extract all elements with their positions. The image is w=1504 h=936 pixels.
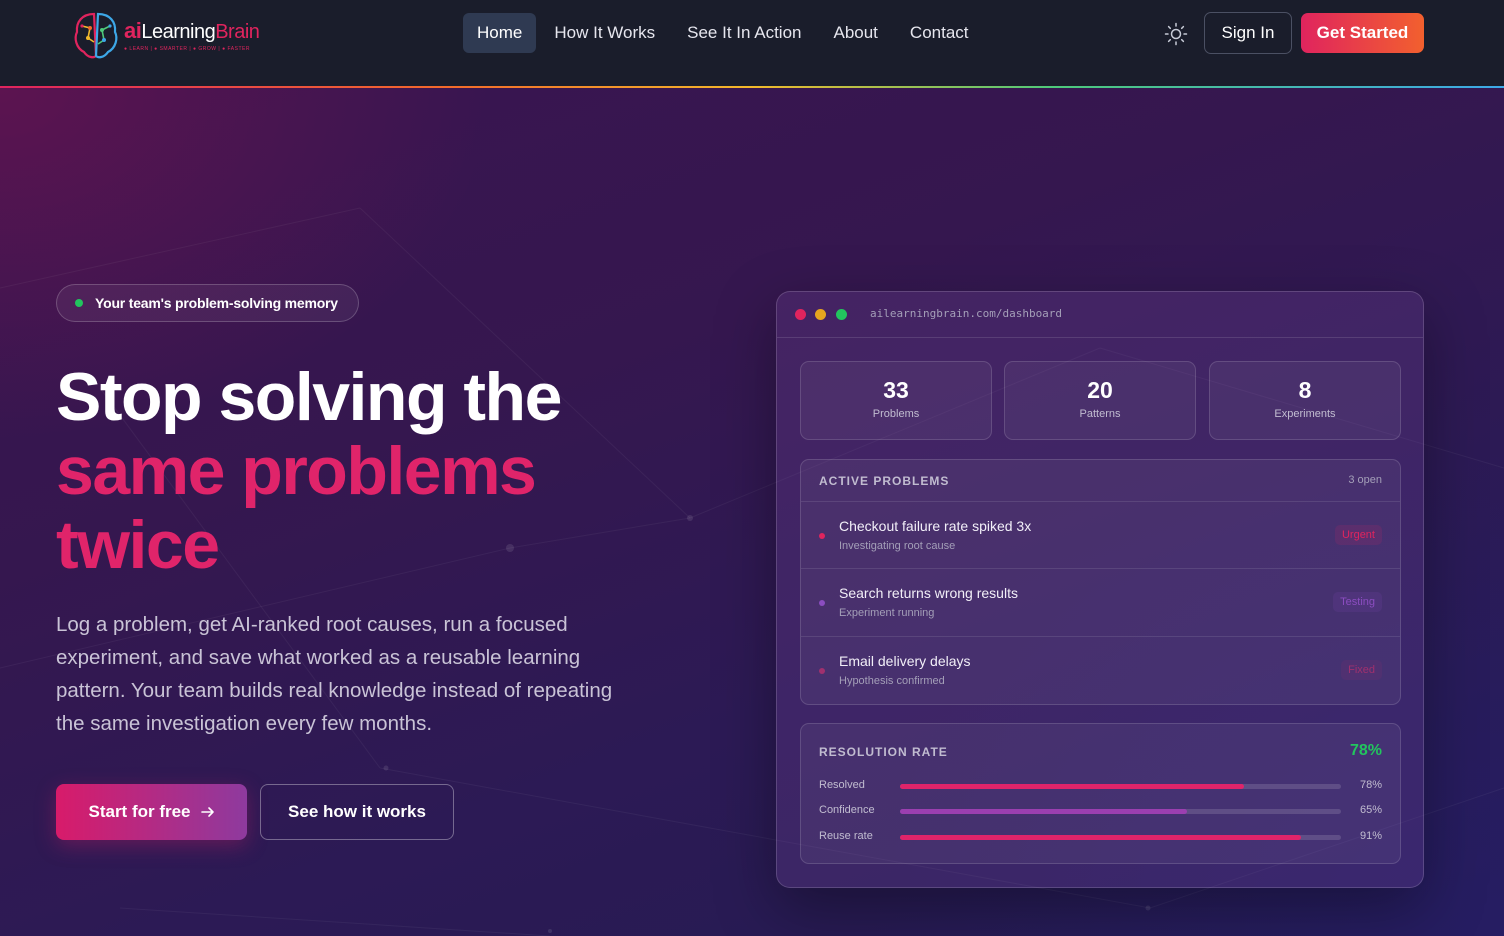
stat-value: 8 xyxy=(1298,377,1312,403)
problem-row[interactable]: Checkout failure rate spiked 3x Investig… xyxy=(801,501,1400,568)
brand-tagline: ● LEARN | ● SMARTER | ● GROW | ● FASTER xyxy=(124,45,250,52)
brand-logo[interactable]: aiLearningBrain ● LEARN | ● SMARTER | ● … xyxy=(72,8,272,62)
problem-status-dot-icon xyxy=(819,600,825,606)
window-minimize-dot-icon xyxy=(815,309,826,320)
problem-status-dot-icon xyxy=(819,533,825,539)
brand-ai: ai xyxy=(124,17,142,43)
bar-label: Confidence xyxy=(819,804,875,816)
problem-row[interactable]: Search returns wrong results Experiment … xyxy=(801,568,1400,635)
window-maximize-dot-icon xyxy=(836,309,847,320)
arrow-right-icon xyxy=(200,807,214,817)
stat-experiments: 8 Experiments xyxy=(1209,361,1401,440)
nav-about[interactable]: About xyxy=(819,13,891,53)
browser-url: ailearningbrain.com/dashboard xyxy=(870,307,1063,320)
nav-see-it-in-action[interactable]: See It In Action xyxy=(673,13,815,53)
hero-description: Log a problem, get AI-ranked root causes… xyxy=(56,613,613,735)
get-started-button[interactable]: Get Started xyxy=(1301,13,1424,53)
problem-subtitle: Investigating root cause xyxy=(839,540,956,552)
dashboard-preview: ailearningbrain.com/dashboard 33 Problem… xyxy=(776,291,1424,888)
status-badge: Urgent xyxy=(1334,525,1382,545)
status-badge: Fixed xyxy=(1341,660,1382,680)
problem-title: Email delivery delays xyxy=(839,653,971,669)
progress-bar xyxy=(900,809,1341,814)
problem-subtitle: Hypothesis confirmed xyxy=(839,675,945,687)
stat-label: Experiments xyxy=(1274,408,1336,420)
status-badge: Testing xyxy=(1333,592,1382,612)
resolution-rate-value: 78% xyxy=(1349,742,1382,759)
start-for-free-label: Start for free xyxy=(88,802,191,821)
stat-value: 20 xyxy=(1087,377,1113,403)
resolution-rate-panel: RESOLUTION RATE 78% Resolved 78% Confide… xyxy=(800,723,1401,864)
brand-brain: Brain xyxy=(215,20,260,43)
progress-fill xyxy=(900,784,1244,789)
stat-label: Patterns xyxy=(1079,408,1121,420)
brand-learning: Learning xyxy=(141,20,216,43)
window-close-dot-icon xyxy=(795,309,806,320)
bar-value: 65% xyxy=(1359,804,1382,816)
progress-bar xyxy=(900,835,1341,840)
headline-line-3: twice xyxy=(56,507,220,583)
bar-label: Reuse rate xyxy=(819,830,873,842)
problem-subtitle: Experiment running xyxy=(839,607,935,619)
active-problems-count: 3 open xyxy=(1348,474,1382,486)
headline-line-2: same problems xyxy=(56,433,537,509)
sign-in-button[interactable]: Sign In xyxy=(1204,12,1292,54)
stat-patterns: 20 Patterns xyxy=(1004,361,1196,440)
top-navbar: aiLearningBrain ● LEARN | ● SMARTER | ● … xyxy=(0,0,1504,86)
progress-fill xyxy=(900,835,1302,840)
progress-fill xyxy=(900,809,1187,814)
nav-home[interactable]: Home xyxy=(463,13,537,53)
stat-label: Problems xyxy=(872,408,920,420)
active-problems-title: ACTIVE PROBLEMS xyxy=(819,474,950,488)
nav-links: Home How It Works See It In Action About… xyxy=(463,13,987,53)
stat-problems: 33 Problems xyxy=(800,361,992,440)
nav-how-it-works[interactable]: How It Works xyxy=(540,13,669,53)
see-how-it-works-button[interactable]: See how it works xyxy=(260,784,454,840)
browser-bar: ailearningbrain.com/dashboard xyxy=(777,292,1423,338)
status-dot-icon xyxy=(75,299,83,307)
problem-title: Checkout failure rate spiked 3x xyxy=(839,518,1032,534)
problem-status-dot-icon xyxy=(819,668,825,674)
brand-name: aiLearningBrain xyxy=(124,17,260,44)
progress-bar xyxy=(900,784,1341,789)
bar-label: Resolved xyxy=(819,779,865,791)
bar-value: 78% xyxy=(1359,779,1382,791)
problem-title: Search returns wrong results xyxy=(839,585,1018,601)
stat-value: 33 xyxy=(883,377,909,403)
bar-value: 91% xyxy=(1359,830,1382,842)
nav-gradient-divider xyxy=(0,86,1504,88)
resolution-rate-title: RESOLUTION RATE xyxy=(819,745,948,759)
hero-badge: Your team's problem-solving memory xyxy=(56,284,359,322)
headline-line-1: Stop solving the xyxy=(56,359,562,435)
sun-icon[interactable] xyxy=(1163,21,1189,47)
brain-logo-icon xyxy=(74,12,118,59)
start-for-free-button[interactable]: Start for free xyxy=(56,784,247,840)
hero-badge-text: Your team's problem-solving memory xyxy=(95,295,338,311)
nav-contact[interactable]: Contact xyxy=(896,13,983,53)
problem-row[interactable]: Email delivery delays Hypothesis confirm… xyxy=(801,636,1400,703)
active-problems-panel: ACTIVE PROBLEMS 3 open Checkout failure … xyxy=(800,459,1401,705)
hero-headline: Stop solving the same problems twice xyxy=(56,359,562,583)
